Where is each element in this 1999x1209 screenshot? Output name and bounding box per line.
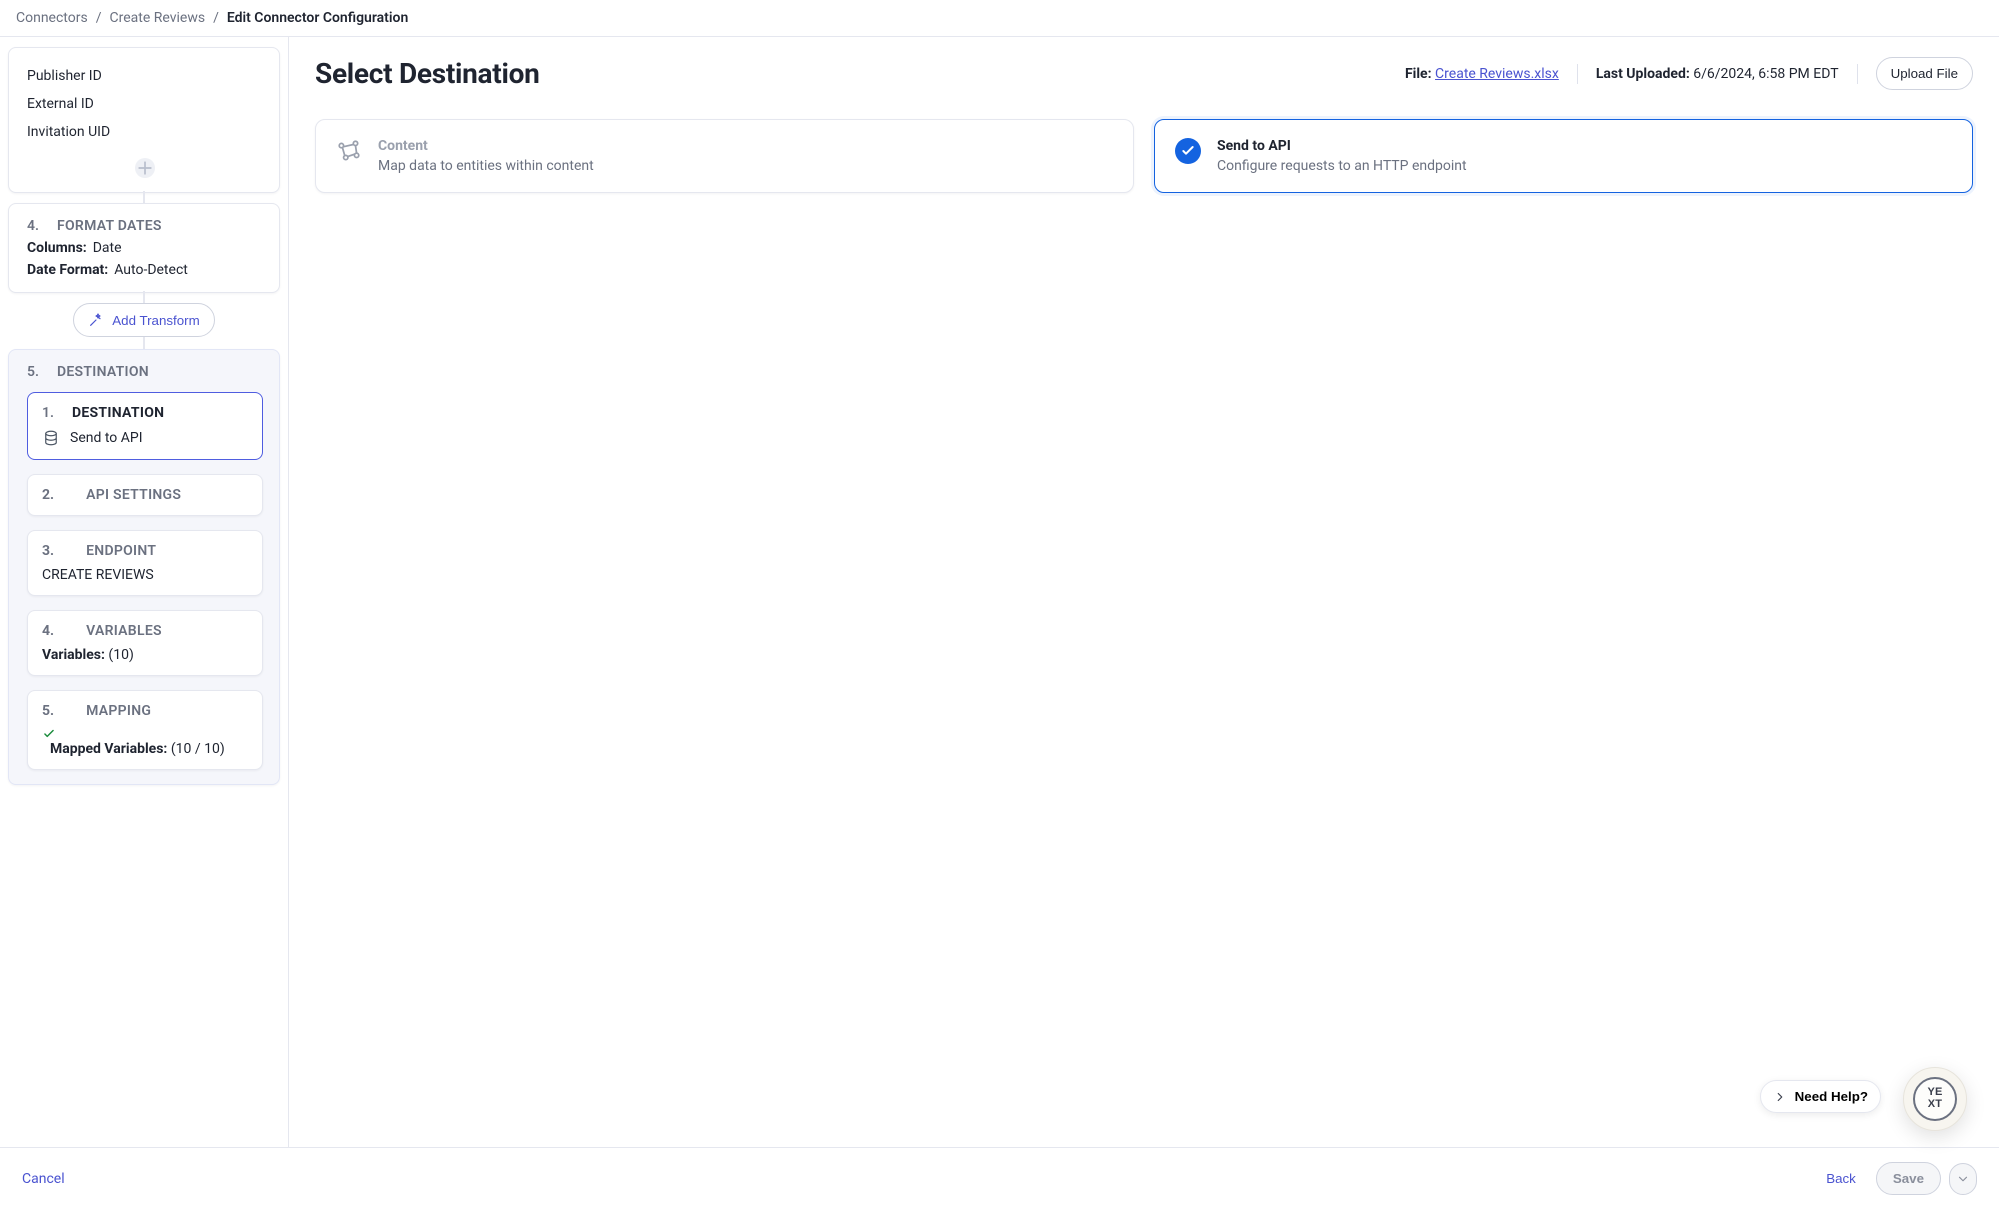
variables-label: Variables: — [42, 647, 105, 663]
divider — [1857, 64, 1858, 84]
sidebar: Publisher ID External ID Invitation UID … — [0, 37, 289, 1147]
substep-variables[interactable]: 4. VARIABLES Variables: (10) — [27, 610, 263, 676]
file-label: File: — [1405, 66, 1432, 82]
endpoint-value: CREATE REVIEWS — [42, 567, 248, 583]
file-link[interactable]: Create Reviews.xlsx — [1435, 66, 1559, 82]
substep-title: DESTINATION — [72, 405, 164, 421]
list-item[interactable]: External ID — [27, 90, 263, 118]
breadcrumb-root[interactable]: Connectors — [16, 10, 88, 26]
wand-icon — [88, 312, 104, 328]
substep-destination[interactable]: 1. DESTINATION Send to API — [27, 392, 263, 460]
sidebar-columns-list: Publisher ID External ID Invitation UID — [27, 62, 263, 146]
destination-options: Content Map data to entities within cont… — [289, 91, 1999, 193]
chevron-right-icon — [1773, 1090, 1787, 1104]
add-transform-label: Add Transform — [112, 313, 199, 328]
save-button[interactable]: Save — [1876, 1162, 1941, 1195]
substep-api-settings[interactable]: 2. API SETTINGS — [27, 474, 263, 516]
substep-index: 1. — [42, 405, 54, 421]
header-meta: File: Create Reviews.xlsx Last Uploaded:… — [1405, 57, 1973, 90]
mapping-label: Mapped Variables: — [50, 741, 167, 757]
selected-check-icon — [1175, 138, 1201, 164]
substep-title: MAPPING — [86, 703, 151, 719]
option-send-api[interactable]: Send to API Configure requests to an HTT… — [1154, 119, 1973, 193]
substep-mapping[interactable]: 5. MAPPING Mapped Variables: (10 / 10) — [27, 690, 263, 770]
check-icon — [42, 727, 248, 741]
breadcrumb-sep-2: / — [213, 10, 219, 26]
uploaded-label: Last Uploaded: — [1596, 66, 1690, 82]
step-index: 4. — [27, 218, 39, 234]
group-title: DESTINATION — [57, 364, 149, 380]
breadcrumb-current: Edit Connector Configuration — [227, 10, 408, 26]
substep-title: API SETTINGS — [86, 487, 181, 503]
breadcrumb-mid[interactable]: Create Reviews — [110, 10, 206, 26]
sidebar-card-columns[interactable]: Publisher ID External ID Invitation UID — [8, 47, 280, 193]
step-title: FORMAT DATES — [57, 218, 162, 234]
date-format-value: Auto-Detect — [114, 262, 188, 278]
upload-file-button[interactable]: Upload File — [1876, 57, 1973, 90]
substep-index: 4. — [42, 623, 54, 639]
save-split-button: Save — [1876, 1162, 1977, 1195]
variables-value: (10) — [108, 647, 133, 663]
substep-index: 3. — [42, 543, 54, 559]
need-help-label: Need Help? — [1795, 1089, 1868, 1104]
substep-value: Send to API — [42, 429, 248, 447]
back-button[interactable]: Back — [1820, 1170, 1862, 1187]
substep-title: VARIABLES — [86, 623, 162, 639]
help-fab[interactable]: YEXT — [1903, 1067, 1967, 1131]
cancel-link[interactable]: Cancel — [22, 1171, 65, 1187]
option-content[interactable]: Content Map data to entities within cont… — [315, 119, 1134, 193]
option-title: Send to API — [1217, 138, 1467, 154]
footer: Cancel Back Save — [0, 1147, 1999, 1209]
divider — [1577, 64, 1578, 84]
uploaded-value: 6/6/2024, 6:58 PM EDT — [1693, 66, 1838, 82]
substep-value-text: Send to API — [70, 430, 143, 446]
substep-index: 2. — [42, 487, 54, 503]
list-item[interactable]: Publisher ID — [27, 62, 263, 90]
sidebar-destination-group: 5. DESTINATION 1. DESTINATION Send to — [8, 349, 280, 785]
date-format-label: Date Format: — [27, 262, 108, 278]
option-desc: Configure requests to an HTTP endpoint — [1217, 158, 1467, 174]
main-header: Select Destination File: Create Reviews.… — [289, 37, 1999, 91]
main: Select Destination File: Create Reviews.… — [289, 37, 1999, 1147]
substep-endpoint[interactable]: 3. ENDPOINT CREATE REVIEWS — [27, 530, 263, 596]
group-index: 5. — [27, 364, 39, 380]
save-menu-button[interactable] — [1949, 1163, 1977, 1195]
option-desc: Map data to entities within content — [378, 158, 594, 174]
yext-logo-icon: YEXT — [1913, 1077, 1957, 1121]
need-help-button[interactable]: Need Help? — [1760, 1080, 1881, 1113]
sidebar-step-format-dates[interactable]: 4. FORMAT DATES Columns: Date Date Forma… — [8, 203, 280, 293]
columns-value: Date — [93, 240, 122, 256]
sidebar-scroll[interactable]: Publisher ID External ID Invitation UID … — [0, 37, 288, 1147]
chevron-down-icon — [1956, 1172, 1970, 1186]
add-transform-button[interactable]: Add Transform — [73, 303, 214, 337]
content-graph-icon — [336, 138, 362, 164]
database-icon — [42, 429, 60, 447]
option-title: Content — [378, 138, 594, 154]
add-item-icon[interactable] — [135, 158, 155, 178]
breadcrumb-sep-1: / — [96, 10, 102, 26]
substep-index: 5. — [42, 703, 54, 719]
substep-title: ENDPOINT — [86, 543, 156, 559]
list-item[interactable]: Invitation UID — [27, 118, 263, 146]
breadcrumb: Connectors / Create Reviews / Edit Conne… — [0, 0, 1999, 37]
page-title: Select Destination — [315, 57, 540, 90]
mapping-value: (10 / 10) — [171, 741, 225, 757]
columns-label: Columns: — [27, 240, 87, 256]
